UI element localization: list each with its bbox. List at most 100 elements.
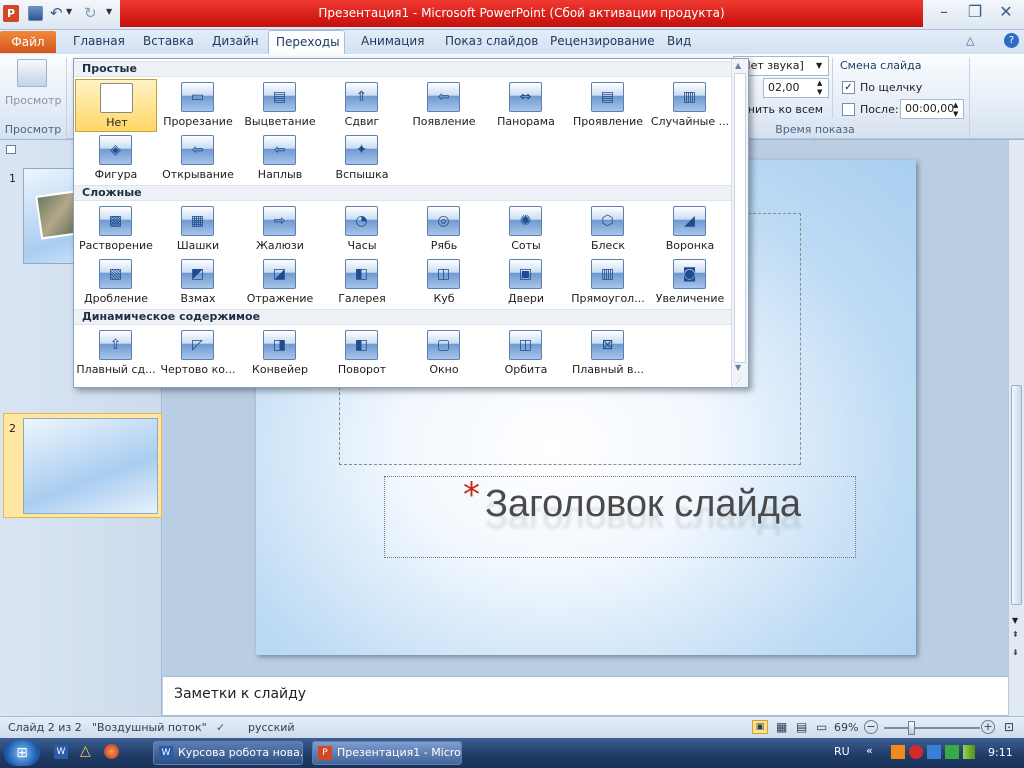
transition-item[interactable]: Нет — [75, 79, 157, 132]
tab-review[interactable]: Рецензирование — [543, 30, 662, 54]
transition-item[interactable]: ▤ Выцветание — [239, 79, 321, 132]
powerpoint-logo-icon[interactable]: P — [3, 5, 19, 22]
transition-item[interactable]: ▥ Случайные ... — [649, 79, 731, 132]
gallery-resize-icon[interactable]: ⋰ — [735, 377, 742, 385]
save-icon[interactable] — [28, 6, 43, 21]
tab-design[interactable]: Дизайн — [205, 30, 266, 54]
tab-home[interactable]: Главная — [66, 30, 132, 54]
clock[interactable]: 9:11 — [988, 746, 1013, 759]
transition-item[interactable]: ◙ Увеличение — [649, 256, 731, 309]
fit-window-icon[interactable]: ⊡ — [1004, 717, 1014, 738]
transition-item[interactable]: ◨ Конвейер — [239, 327, 321, 380]
tray-icon[interactable] — [945, 745, 959, 759]
spellcheck-icon[interactable]: ✓ — [216, 717, 225, 738]
transition-item[interactable]: ▤ Проявление — [567, 79, 649, 132]
transition-item[interactable]: ◫ Орбита — [485, 327, 567, 380]
transition-item[interactable]: ⇧ Плавный сд... — [75, 327, 157, 380]
media-quicklaunch-icon[interactable] — [104, 744, 119, 759]
transition-item[interactable]: ⇨ Жалюзи — [239, 203, 321, 256]
duration-spin-icon[interactable]: ▲ ▼ — [817, 79, 822, 97]
transition-item[interactable]: ◔ Часы — [321, 203, 403, 256]
language-indicator[interactable]: русский — [248, 717, 295, 738]
tab-file[interactable]: Файл — [0, 31, 56, 53]
slide-counter[interactable]: Слайд 2 из 2 — [8, 717, 82, 738]
reading-view-icon[interactable]: ▤ — [796, 717, 807, 738]
tray-icon[interactable] — [927, 745, 941, 759]
normal-view-icon[interactable]: ▣ — [752, 720, 768, 734]
network-icon[interactable] — [963, 745, 975, 759]
on-click-checkbox[interactable]: ✓ — [842, 81, 855, 94]
transition-item[interactable]: ◫ Куб — [403, 256, 485, 309]
transition-item[interactable]: ◩ Взмах — [157, 256, 239, 309]
tray-expand-icon[interactable]: « — [866, 744, 873, 757]
transition-item[interactable]: ⊠ Плавный в... — [567, 327, 649, 380]
minimize-icon[interactable]: – — [932, 3, 956, 23]
transition-item[interactable]: ⬡ Блеск — [567, 203, 649, 256]
slide-thumbnail-selected[interactable] — [23, 418, 158, 514]
scroll-thumb[interactable] — [1011, 385, 1022, 605]
vertical-scrollbar[interactable]: ▼ ⇞ ⇟ — [1008, 140, 1024, 676]
gallery-scroll-down-icon[interactable]: ▼ — [735, 363, 741, 372]
notes-scrollbar[interactable] — [1008, 676, 1024, 716]
transition-item[interactable]: ▣ Двери — [485, 256, 567, 309]
word-quicklaunch-icon[interactable]: W — [54, 745, 68, 759]
after-spin-icon[interactable]: ▲ ▼ — [953, 101, 958, 119]
tab-slideshow[interactable]: Показ слайдов — [438, 30, 545, 54]
tab-animations[interactable]: Анимация — [354, 30, 431, 54]
transition-item[interactable]: ▧ Дробление — [75, 256, 157, 309]
scroll-down-icon[interactable]: ▼ — [1012, 616, 1018, 625]
restore-icon[interactable]: ❐ — [963, 3, 987, 23]
theme-name[interactable]: "Воздушный поток" — [92, 717, 207, 738]
app-quicklaunch-icon[interactable]: △ — [80, 743, 91, 759]
slideshow-view-icon[interactable]: ▭ — [816, 717, 827, 738]
zoom-level[interactable]: 69% — [834, 717, 858, 738]
zoom-slider[interactable] — [884, 727, 980, 729]
transition-item[interactable]: ◸ Чертово ко... — [157, 327, 239, 380]
help-icon[interactable]: ? — [1004, 33, 1019, 48]
gallery-scrollbar[interactable]: ▲ ▼ ⋰ — [731, 59, 748, 387]
preview-icon[interactable] — [17, 59, 47, 87]
transition-item[interactable]: ⇦ Наплыв — [239, 132, 321, 185]
tab-view[interactable]: Вид — [660, 30, 698, 54]
transition-item[interactable]: ⇔ Панорама — [485, 79, 567, 132]
transition-item[interactable]: ◎ Рябь — [403, 203, 485, 256]
transition-item[interactable]: ▭ Прорезание — [157, 79, 239, 132]
preview-button-label[interactable]: Просмотр — [5, 94, 61, 107]
notes-pane[interactable]: Заметки к слайду — [163, 676, 1008, 716]
zoom-slider-thumb[interactable] — [908, 721, 915, 735]
transition-item[interactable]: ◧ Поворот — [321, 327, 403, 380]
transition-item[interactable]: ◈ Фигура — [75, 132, 157, 185]
zoom-in-icon[interactable]: + — [981, 720, 995, 734]
transition-item[interactable]: ⇦ Появление — [403, 79, 485, 132]
transition-item[interactable]: ⇦ Открывание — [157, 132, 239, 185]
tab-transitions[interactable]: Переходы — [268, 30, 345, 54]
transition-item[interactable]: ▩ Растворение — [75, 203, 157, 256]
transition-item[interactable]: ▢ Окно — [403, 327, 485, 380]
transition-item[interactable]: ◧ Галерея — [321, 256, 403, 309]
title-placeholder[interactable]: * Заголовок слайда — [384, 475, 856, 558]
sound-dropdown-icon[interactable]: ▼ — [816, 61, 822, 70]
gallery-scroll-up-icon[interactable]: ▲ — [735, 61, 741, 70]
close-icon[interactable]: ✕ — [994, 3, 1018, 23]
prev-slide-icon[interactable]: ⇞ — [1012, 630, 1019, 639]
taskbar-powerpoint[interactable]: P Презентация1 - Micro... — [312, 741, 462, 765]
tray-icon[interactable] — [891, 745, 905, 759]
redo-icon[interactable]: ↻ — [84, 4, 97, 22]
tab-insert[interactable]: Вставка — [136, 30, 201, 54]
start-button-icon[interactable]: ⊞ — [4, 740, 40, 766]
transition-item[interactable]: ✦ Вспышка — [321, 132, 403, 185]
after-checkbox[interactable] — [842, 103, 855, 116]
sorter-view-icon[interactable]: ▦ — [776, 717, 787, 738]
pane-tab-slides-icon[interactable] — [6, 145, 16, 154]
zoom-out-icon[interactable]: − — [864, 720, 878, 734]
taskbar-word-doc[interactable]: W Курсова робота нова... — [153, 741, 303, 765]
undo-dropdown-icon[interactable]: ▼ — [66, 7, 72, 16]
transition-item[interactable]: ▦ Шашки — [157, 203, 239, 256]
tray-icon[interactable] — [909, 745, 923, 759]
transition-item[interactable]: ⇑ Сдвиг — [321, 79, 403, 132]
undo-icon[interactable]: ↶ — [50, 4, 63, 22]
transition-item[interactable]: ◪ Отражение — [239, 256, 321, 309]
transition-item[interactable]: ◢ Воронка — [649, 203, 731, 256]
next-slide-icon[interactable]: ⇟ — [1012, 648, 1019, 657]
transition-item[interactable]: ✺ Соты — [485, 203, 567, 256]
